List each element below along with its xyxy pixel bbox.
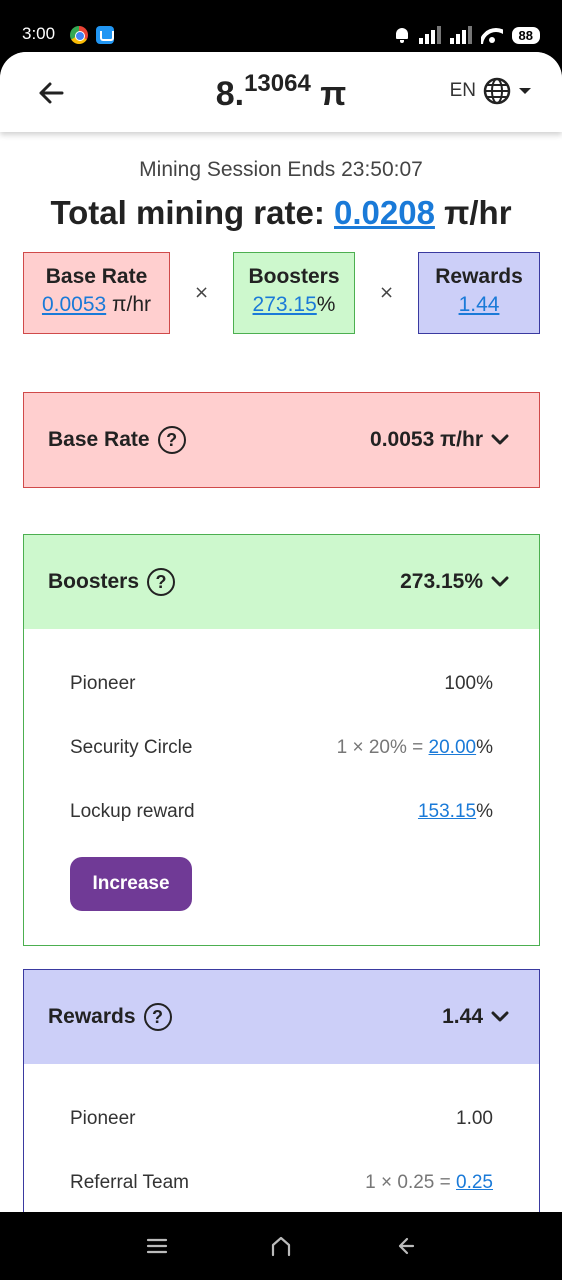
reward-row-label: Referral Team <box>70 1172 189 1193</box>
boosters-card-title: Boosters <box>48 570 140 593</box>
home-icon[interactable] <box>269 1234 293 1258</box>
status-time: 3:00 <box>22 24 56 43</box>
booster-row-suffix: % <box>476 737 493 758</box>
rewards-card: Rewards ? 1.44 Pioneer 1.00 Referral Tea… <box>23 969 540 1212</box>
base-rate-summary-label: Base Rate <box>45 265 148 288</box>
booster-row-pioneer: Pioneer 100% <box>70 673 493 695</box>
app-store-icon <box>96 26 114 44</box>
help-icon[interactable]: ? <box>147 568 176 596</box>
rewards-summary: Rewards 1.44 <box>418 252 540 334</box>
rewards-card-title: Rewards <box>48 1005 136 1028</box>
language-selector[interactable]: EN <box>450 76 532 106</box>
multiply-sign: × <box>194 282 210 303</box>
rewards-summary-link[interactable]: 1.44 <box>459 293 500 316</box>
base-rate-card-value: 0.0053 π/hr <box>370 428 483 451</box>
booster-row-label: Lockup reward <box>70 801 195 822</box>
boosters-card: Boosters ? 273.15% Pioneer 100% Security… <box>23 534 540 946</box>
boosters-card-value: 273.15% <box>400 570 483 593</box>
wifi-icon <box>481 26 503 44</box>
booster-row-suffix: % <box>476 801 493 822</box>
base-rate-summary: Base Rate 0.0053 π/hr <box>23 252 170 334</box>
system-nav-bar <box>0 1212 562 1280</box>
rewards-card-value: 1.44 <box>442 1005 483 1028</box>
notification-bell-icon <box>394 27 410 43</box>
cell-signal-2-icon <box>449 26 472 44</box>
boosters-summary-link[interactable]: 273.15 <box>253 293 317 316</box>
reward-row-label: Pioneer <box>70 1108 136 1129</box>
booster-row-calc: 1 × 20% = <box>336 737 429 758</box>
booster-row-value: 100% <box>444 673 493 694</box>
boosters-summary: Boosters 273.15% <box>233 252 355 334</box>
balance-fraction: 13064 <box>244 70 311 97</box>
booster-row-lockup: Lockup reward 153.15% <box>70 801 493 823</box>
referral-team-link[interactable]: 0.25 <box>456 1172 493 1193</box>
rewards-card-header[interactable]: Rewards ? 1.44 <box>24 970 539 1064</box>
reward-row-pioneer: Pioneer 1.00 <box>70 1108 493 1130</box>
rewards-summary-label: Rewards <box>435 265 523 288</box>
total-mining-rate: Total mining rate: 0.0208 π/hr <box>0 194 562 232</box>
system-back-icon[interactable] <box>393 1234 417 1258</box>
increase-button[interactable]: Increase <box>70 857 192 911</box>
pi-symbol: π <box>320 75 347 113</box>
chevron-down-icon <box>491 1011 509 1022</box>
chrome-icon <box>70 26 88 44</box>
balance-integer: 8. <box>215 75 245 113</box>
app-screen: 8.13064 π EN Mining Session Ends 23:50:0… <box>0 52 562 1212</box>
reward-row-calc: 1 × 0.25 = <box>365 1172 457 1193</box>
session-end-text: Mining Session Ends 23:50:07 <box>139 158 423 181</box>
total-rate-link[interactable]: 0.0208 <box>334 194 435 231</box>
cell-signal-icon <box>418 26 441 44</box>
security-circle-link[interactable]: 20.00 <box>429 737 477 758</box>
boosters-summary-unit: % <box>316 293 336 316</box>
battery-indicator: 88 <box>511 26 540 44</box>
base-rate-card-title: Base Rate <box>48 428 150 451</box>
top-bar: 8.13064 π EN <box>0 52 562 132</box>
base-rate-summary-link[interactable]: 0.0053 <box>42 293 106 316</box>
chevron-down-icon <box>491 434 509 445</box>
help-icon[interactable]: ? <box>143 1003 172 1031</box>
total-label: Total mining rate: <box>50 194 334 231</box>
total-unit: π/hr <box>434 194 512 231</box>
lockup-reward-link[interactable]: 153.15 <box>418 801 476 822</box>
caret-down-icon <box>519 88 531 94</box>
multiply-sign: × <box>379 282 395 303</box>
globe-icon <box>483 77 511 105</box>
booster-row-label: Pioneer <box>70 673 136 694</box>
base-rate-card: Base Rate ? 0.0053 π/hr <box>23 392 540 488</box>
recents-menu-icon[interactable] <box>145 1234 169 1258</box>
reward-row-value: 1.00 <box>456 1108 493 1129</box>
status-bar: 3:00 88 <box>0 0 562 52</box>
language-code: EN <box>449 80 476 101</box>
base-rate-summary-unit: π/hr <box>106 293 152 316</box>
booster-row-label: Security Circle <box>70 737 193 758</box>
base-rate-card-header[interactable]: Base Rate ? 0.0053 π/hr <box>24 393 539 487</box>
help-icon[interactable]: ? <box>157 426 186 454</box>
boosters-summary-label: Boosters <box>248 265 340 288</box>
booster-row-security-circle: Security Circle 1 × 20% = 20.00% <box>70 737 493 759</box>
chevron-down-icon <box>491 576 509 587</box>
boosters-card-header[interactable]: Boosters ? 273.15% <box>24 535 539 629</box>
reward-row-referral-team: Referral Team 1 × 0.25 = 0.25 <box>70 1172 493 1194</box>
